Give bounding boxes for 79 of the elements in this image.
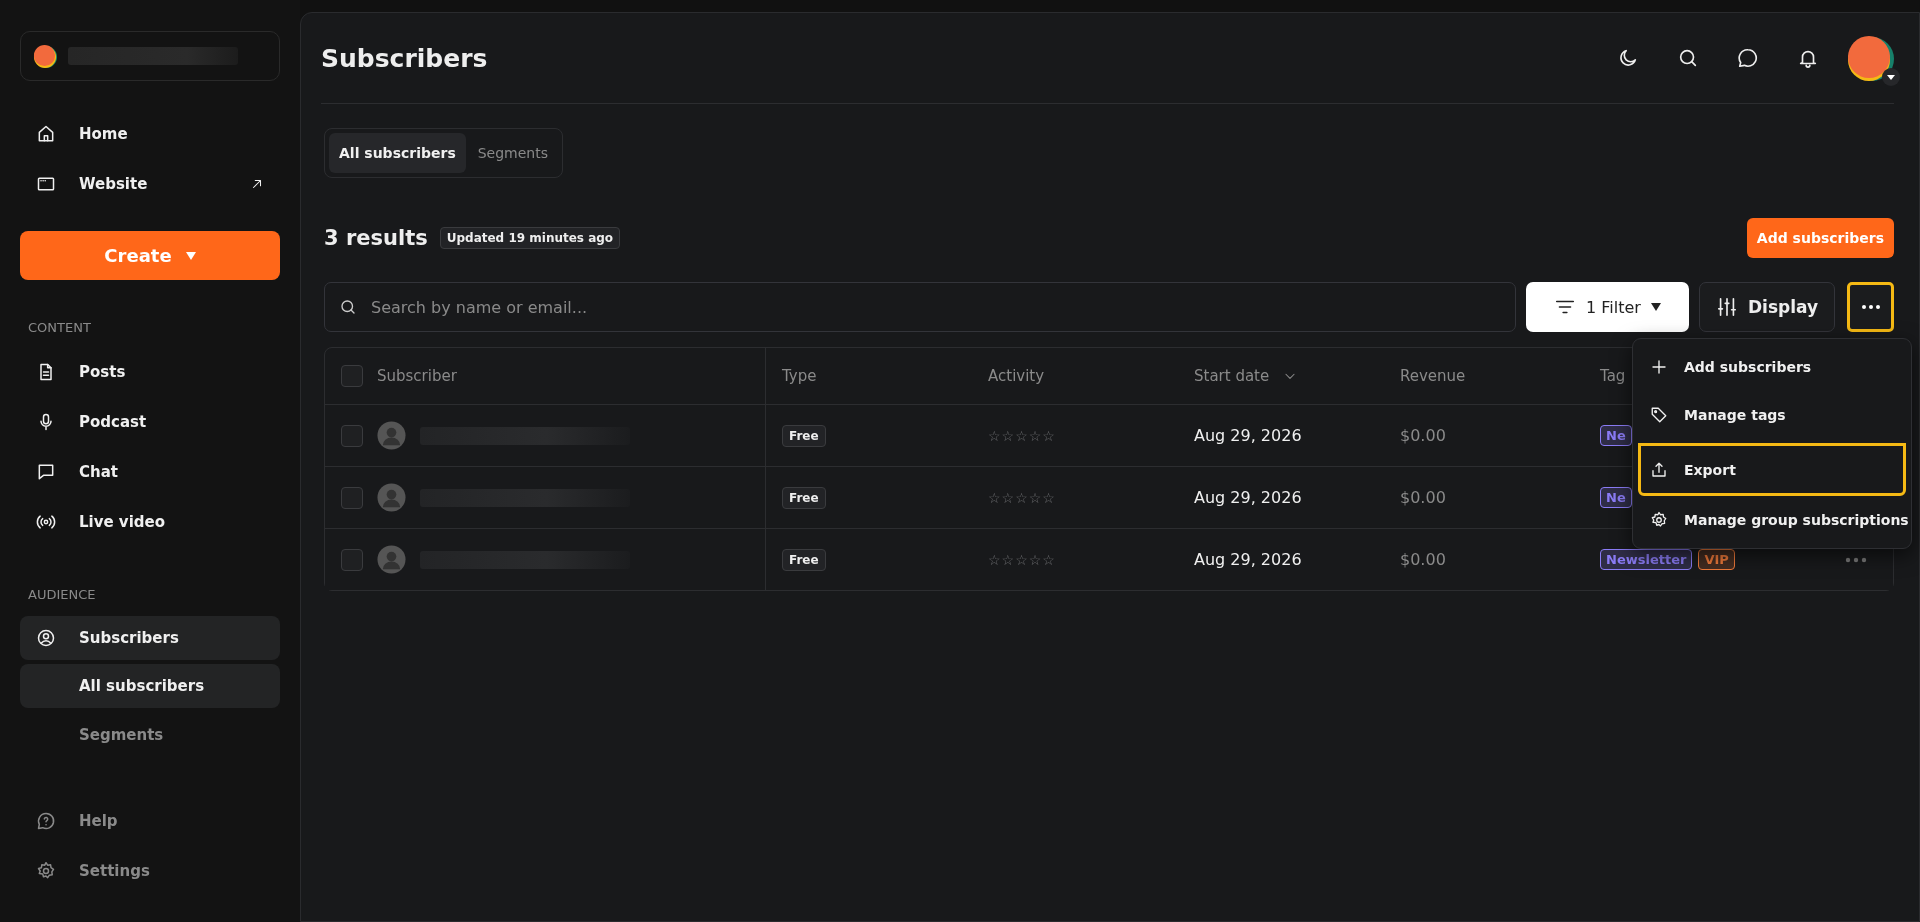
result-count: 3 results <box>324 226 428 250</box>
tag: Newsletter <box>1600 549 1693 570</box>
moon-icon[interactable] <box>1617 47 1639 69</box>
nav-item[interactable]: Home <box>20 109 280 159</box>
tag-icon <box>1650 406 1668 424</box>
menu-item[interactable]: Manage tags <box>1638 391 1906 439</box>
dropdown-icon[interactable] <box>1882 68 1900 86</box>
activity-rating: ☆☆☆☆☆ <box>988 551 1055 568</box>
help-bubble-icon <box>36 811 56 831</box>
checkbox[interactable] <box>341 486 363 509</box>
revenue: $0.00 <box>1400 488 1446 507</box>
chat-bubble-icon <box>36 462 56 482</box>
type-label: Free <box>782 548 826 571</box>
menu-item[interactable]: Export <box>1638 443 1906 496</box>
chat-bubble-icon[interactable] <box>1737 47 1759 69</box>
revenue: $0.00 <box>1400 426 1446 445</box>
more-icon[interactable] <box>1845 555 1867 564</box>
user-circle-icon <box>36 628 56 648</box>
section-heading: CONTENT <box>27 320 92 335</box>
start-date: Aug 29, 2026 <box>1194 426 1302 445</box>
checkbox[interactable] <box>341 424 363 447</box>
search-icon[interactable] <box>1677 47 1699 69</box>
broadcast-icon <box>36 512 56 532</box>
avatar <box>377 483 406 512</box>
plus-icon <box>1650 358 1668 376</box>
publication-switcher[interactable] <box>20 31 280 81</box>
nav-item[interactable]: Chat <box>20 447 280 497</box>
column-header[interactable]: Revenue <box>1400 367 1466 385</box>
column-header[interactable]: Subscriber <box>377 367 457 385</box>
nav-item[interactable]: Posts <box>20 347 280 397</box>
settings-icon <box>36 861 56 881</box>
updated-label: Updated 19 minutes ago <box>439 227 621 249</box>
column-header[interactable]: Type <box>782 367 817 385</box>
browser-window-icon <box>36 174 56 194</box>
nav-item[interactable]: Settings <box>20 846 280 896</box>
column-header[interactable]: Tag <box>1600 367 1626 385</box>
start-date: Aug 29, 2026 <box>1194 550 1302 569</box>
nav-subitem[interactable]: Segments <box>20 710 280 760</box>
checkbox[interactable] <box>341 365 363 387</box>
display-button[interactable]: Display <box>1699 282 1835 332</box>
column-header[interactable]: Start date <box>1194 367 1298 385</box>
type-label: Free <box>782 486 826 509</box>
tag: Ne <box>1600 425 1632 446</box>
tag: Ne <box>1600 487 1632 508</box>
section-heading: AUDIENCE <box>27 587 97 602</box>
nav-subitem[interactable]: All subscribers <box>20 664 280 708</box>
nav-item[interactable]: Subscribers <box>20 616 280 660</box>
column-header[interactable]: Activity <box>988 367 1045 385</box>
upload-icon <box>1650 461 1668 479</box>
tab[interactable]: Segments <box>467 133 558 173</box>
page-title: Subscribers <box>321 43 489 73</box>
search-field[interactable]: Search by name or email... <box>324 282 1516 332</box>
activity-rating: ☆☆☆☆☆ <box>988 427 1055 444</box>
tag: VIP <box>1698 549 1735 570</box>
menu-item[interactable]: Add subscribers <box>1638 343 1906 391</box>
activity-rating: ☆☆☆☆☆ <box>988 489 1055 506</box>
type-label: Free <box>782 424 826 447</box>
filter-button[interactable]: 1 Filter <box>1526 282 1689 332</box>
tab[interactable]: All subscribers <box>329 133 466 173</box>
nav-item[interactable]: Help <box>20 796 280 846</box>
more-button[interactable] <box>1847 282 1894 332</box>
avatar <box>377 545 406 574</box>
nav-item[interactable]: Live video <box>20 497 280 547</box>
caret-icon <box>1650 303 1661 311</box>
nav-item[interactable]: Website <box>20 159 280 209</box>
settings-icon <box>1650 511 1668 529</box>
checkbox[interactable] <box>341 548 363 571</box>
caret-icon <box>185 251 196 260</box>
more-icon <box>1860 304 1881 310</box>
sliders-icon <box>1715 296 1738 318</box>
nav-item[interactable]: Podcast <box>20 397 280 447</box>
menu-item[interactable]: Manage group subscriptions <box>1638 496 1906 544</box>
start-date: Aug 29, 2026 <box>1194 488 1302 507</box>
revenue: $0.00 <box>1400 550 1446 569</box>
publication-logo <box>33 43 58 69</box>
external-link-icon <box>250 177 264 191</box>
home-icon <box>36 124 56 144</box>
avatar <box>377 421 406 450</box>
search-icon <box>339 298 357 316</box>
